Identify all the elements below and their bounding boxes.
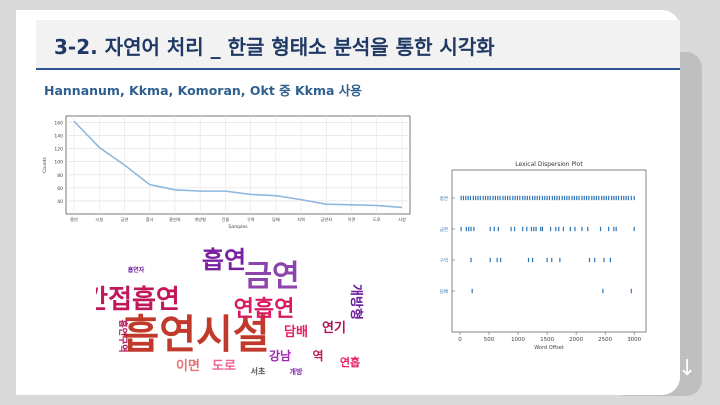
row-label: 구역 xyxy=(440,257,448,264)
row-label: 흡연 xyxy=(440,195,448,202)
x-tick-label: 구역 xyxy=(247,216,255,223)
arrow-down-icon[interactable]: ↓ xyxy=(678,356,696,381)
y-tick-label: 100 xyxy=(54,160,63,166)
y-tick-label: 140 xyxy=(54,134,63,140)
word-cloud-term: 이면 xyxy=(176,358,200,374)
x-tick-label: 시설 xyxy=(95,216,103,222)
x-tick-label: 지역 xyxy=(297,216,305,223)
word-cloud-term: 흡연자 xyxy=(128,266,145,274)
x-tick-label: 1000 xyxy=(511,337,525,343)
word-cloud-term: 개방형 xyxy=(348,284,364,320)
x-tick-label: 3000 xyxy=(627,337,641,343)
x-tick-label: 2000 xyxy=(569,337,583,343)
dispersion-plot: Lexical Dispersion Plot 흡연금연구역담배 0 500 1000 1… xyxy=(440,161,647,351)
x-tick-label: 500 xyxy=(484,337,495,343)
stage: 3-2. 자연어 처리 _ 한글 형태소 분석을 통한 시각화 Hannanum… xyxy=(0,0,720,405)
x-axis-label: Word Offset xyxy=(534,345,564,351)
slide-subtitle: Hannanum, Kkma, Komoran, Okt 중 Kkma 사용 xyxy=(44,83,362,98)
y-axis-label: Counts xyxy=(42,156,48,172)
x-tick-label: 시청 xyxy=(398,217,406,222)
x-tick-label: 흡연 xyxy=(70,216,78,222)
y-tick-label: 160 xyxy=(54,121,63,127)
x-axis-label: Samples xyxy=(228,224,248,230)
word-cloud-term: 역 xyxy=(312,348,323,363)
x-tick-label: 개방형 xyxy=(194,216,206,223)
plot-frame xyxy=(65,115,411,215)
word-cloud-term: 흡연구역 xyxy=(117,319,129,352)
word-cloud-term: 연기 xyxy=(322,321,346,336)
y-tick-label: 80 xyxy=(57,173,63,179)
word-cloud-term: 연흡 xyxy=(340,355,360,369)
plot-frame xyxy=(451,169,647,333)
x-tick-label: 0 xyxy=(458,337,462,343)
word-cloud-term: 흡연 xyxy=(202,246,246,274)
x-tick-label: 흡연자 xyxy=(169,216,181,223)
slide: 3-2. 자연어 처리 _ 한글 형태소 분석을 통한 시각화 Hannanum… xyxy=(16,10,696,395)
y-tick-label: 120 xyxy=(54,147,63,153)
y-tick-label: 40 xyxy=(57,199,63,205)
word-cloud-term: 연흡연 xyxy=(234,297,295,322)
title-bar: 3-2. 자연어 처리 _ 한글 형태소 분석을 통한 시각화 xyxy=(36,20,680,70)
x-tick-label: 금연 xyxy=(121,216,129,222)
word-cloud-term: 강남 xyxy=(269,348,291,363)
word-cloud-term: 서초 xyxy=(251,366,266,376)
slide-title: 3-2. 자연어 처리 _ 한글 형태소 분석을 통한 시각화 xyxy=(54,35,495,59)
row-label: 금연 xyxy=(440,226,448,233)
x-tick-label: 흡사 xyxy=(146,216,154,223)
row-label: 담배 xyxy=(440,288,448,295)
word-cloud-term: 금연 xyxy=(244,259,299,294)
y-tick-label: 60 xyxy=(57,186,63,192)
frequency-line-chart: 40 60 80 100 120 140 160 흡연 시설 금연 흡사 흡연자 개방형 건물 구역 담배 지역… xyxy=(42,115,411,230)
word-cloud-term: 담배 xyxy=(284,324,308,340)
x-tick-label: 1500 xyxy=(540,337,554,343)
word-cloud-term: 개방 xyxy=(290,367,303,376)
x-tick-label: 건물 xyxy=(222,216,230,222)
word-cloud-term: 도로 xyxy=(212,359,236,374)
x-tick-label: 이면 xyxy=(348,216,356,223)
x-tick-label: 금연자 xyxy=(321,216,333,223)
word-cloud-term: 간접흡연 xyxy=(96,285,180,315)
x-tick-label: 2500 xyxy=(598,337,612,343)
x-tick-label: 담배 xyxy=(272,216,280,223)
plot-title: Lexical Dispersion Plot xyxy=(515,161,583,168)
word-cloud: 흡연시설금연간접흡연흡연연흡연 개방형담배 연기강남 역이면 도로 서초흡연자흡연구역개방… xyxy=(96,246,364,376)
x-tick-label: 도로 xyxy=(373,217,381,222)
